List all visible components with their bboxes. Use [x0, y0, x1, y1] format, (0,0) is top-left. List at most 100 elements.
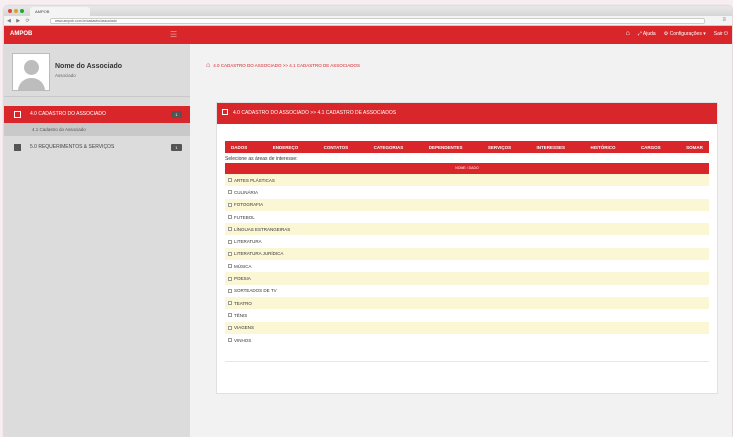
sidebar-item-requerimentos[interactable]: 5.0 REQUERIMENTOS & SERVIÇOS 1 — [4, 139, 190, 156]
table-row[interactable]: FUTEBOL — [225, 210, 709, 224]
menu-toggle-icon[interactable]: ☰ — [170, 30, 177, 39]
home-icon[interactable]: ⌂ — [206, 62, 210, 69]
interest-label: TÊNIS — [234, 312, 248, 318]
breadcrumb: ⌂ 4.0 CADASTRO DO ASSOCIADO >> 4.1 CADAS… — [206, 62, 360, 69]
tab-contatos[interactable]: CONTATOS — [324, 145, 349, 150]
checkbox[interactable] — [228, 313, 232, 318]
interest-label: LÍNGUAS ESTRANGEIRAS — [234, 226, 291, 232]
checkbox[interactable] — [228, 178, 232, 183]
browser-menu-icon[interactable]: ≡ — [722, 17, 726, 23]
tab-somar[interactable]: SOMAR — [686, 145, 703, 150]
tab-dependentes[interactable]: DEPENDENTES — [429, 145, 463, 150]
user-name: Nome do Associado — [55, 63, 123, 70]
checkbox[interactable] — [228, 301, 232, 306]
table-row[interactable]: CULINÁRIA — [225, 186, 709, 199]
tab-dados[interactable]: DADOS — [231, 145, 247, 150]
browser-toolbar: ◀ ▶ ⟳ www.ampob.com.br/cadastro/associad… — [4, 16, 732, 26]
form-panel: 4.0 CADASTRO DO ASSOCIADO >> 4.1 CADASTR… — [216, 102, 718, 394]
checkbox[interactable] — [228, 202, 232, 207]
table-row[interactable]: LÍNGUAS ESTRANGEIRAS — [225, 223, 709, 236]
table-row[interactable]: LITERATURA JURÍDICA — [225, 247, 709, 261]
checkbox[interactable] — [228, 215, 232, 220]
interest-label: MÚSICA — [234, 263, 252, 269]
panel-title: 4.0 CADASTRO DO ASSOCIADO >> 4.1 CADASTR… — [233, 110, 397, 116]
square-icon — [14, 144, 21, 151]
table-row[interactable]: TÊNIS — [225, 309, 709, 322]
logout-label: Sair — [713, 30, 723, 37]
sidebar-item-cadastro[interactable]: 4.0 CADASTRO DO ASSOCIADO 1 — [4, 106, 190, 123]
tab-cargos[interactable]: CARGOS — [641, 145, 661, 150]
sidebar-item-label: 4.0 CADASTRO DO ASSOCIADO — [30, 111, 106, 117]
checkbox[interactable] — [228, 264, 232, 269]
panel-header: 4.0 CADASTRO DO ASSOCIADO >> 4.1 CADASTR… — [217, 103, 717, 124]
brand-logo[interactable]: AMPOB — [10, 31, 32, 37]
checkbox[interactable] — [228, 251, 232, 256]
browser-titlebar: AMPOB — [4, 6, 732, 16]
checkbox[interactable] — [228, 276, 232, 281]
tab-endereco[interactable]: ENDEREÇO — [273, 145, 299, 150]
table-row[interactable]: TEATRO — [225, 296, 709, 310]
avatar — [12, 53, 50, 91]
breadcrumb-text[interactable]: 4.0 CADASTRO DO ASSOCIADO >> 4.1 CADASTR… — [213, 63, 360, 68]
interest-label: CULINÁRIA — [234, 189, 259, 195]
square-icon — [14, 111, 21, 118]
tab-interesses[interactable]: INTERESSES — [537, 145, 566, 150]
instruction-text: Selecione as áreas de interesse: — [225, 156, 298, 162]
table-body: ARTES PLÁSTICAS CULINÁRIA FOTOGRAFIA FUT… — [225, 174, 709, 347]
sidebar-subitem-cadastro-associado[interactable]: 4.1 Cadastro do Associado — [4, 123, 190, 136]
interest-label: POESIA — [234, 276, 251, 282]
interest-label: FUTEBOL — [234, 214, 255, 220]
interest-label: LITERATURA JURÍDICA — [234, 251, 284, 257]
sidebar: Nome do Associado Associado 4.0 CADASTRO… — [4, 44, 190, 437]
maximize-window-button[interactable] — [20, 9, 24, 13]
header-actions: ⌂ ⤢ Ajuda ⚙ Configurações ▾ Sair ⏻ — [626, 30, 728, 37]
interest-label: SORTEADOS DE TV — [234, 288, 277, 294]
avatar-head-shape — [24, 60, 39, 75]
minimize-window-button[interactable] — [14, 9, 18, 13]
help-label: Ajuda — [642, 30, 656, 37]
checkbox[interactable] — [228, 288, 232, 293]
interests-table: NOME / DADO ARTES PLÁSTICAS CULINÁRIA FO… — [225, 163, 709, 347]
square-icon — [222, 109, 228, 115]
table-row[interactable]: LITERATURA — [225, 235, 709, 248]
table-row[interactable]: POESIA — [225, 272, 709, 285]
count-badge: 1 — [171, 144, 182, 151]
checkbox[interactable] — [228, 239, 232, 244]
tab-categorias[interactable]: CATEGORIAS — [374, 145, 404, 150]
checkbox[interactable] — [228, 325, 232, 330]
interest-label: TEATRO — [234, 300, 252, 306]
tab-historico[interactable]: HISTÓRICO — [590, 145, 615, 150]
main-content: ⌂ 4.0 CADASTRO DO ASSOCIADO >> 4.1 CADAS… — [190, 44, 732, 437]
checkbox[interactable] — [228, 338, 232, 342]
sidebar-item-label: 5.0 REQUERIMENTOS & SERVIÇOS — [30, 144, 115, 150]
settings-link[interactable]: ⚙ Configurações ▾ — [664, 31, 706, 37]
table-row[interactable]: FOTOGRAFIA — [225, 198, 709, 211]
close-window-button[interactable] — [8, 9, 12, 13]
logout-link[interactable]: Sair ⏻ — [714, 31, 728, 37]
avatar-body-shape — [18, 78, 45, 90]
count-badge: 1 — [171, 111, 182, 118]
user-profile: Nome do Associado Associado — [4, 44, 190, 97]
user-role: Associado — [55, 73, 76, 78]
table-row[interactable]: VINHOS — [225, 333, 709, 347]
form-tabs: DADOS ENDEREÇO CONTATOS CATEGORIAS DEPEN… — [225, 141, 709, 153]
browser-window: AMPOB ◀ ▶ ⟳ www.ampob.com.br/cadastro/as… — [4, 6, 732, 437]
table-row[interactable]: MÚSICA — [225, 260, 709, 273]
window-controls — [8, 9, 24, 13]
interest-label: LITERATURA — [234, 239, 262, 245]
address-bar[interactable]: www.ampob.com.br/cadastro/associado — [50, 18, 705, 24]
checkbox[interactable] — [228, 190, 232, 195]
checkbox[interactable] — [228, 227, 232, 232]
table-row[interactable]: ARTES PLÁSTICAS — [225, 174, 709, 187]
browser-tab[interactable]: AMPOB — [30, 7, 90, 16]
help-link[interactable]: ⤢ Ajuda — [638, 31, 656, 37]
table-row[interactable]: SORTEADOS DE TV — [225, 284, 709, 297]
panel-divider — [225, 361, 709, 362]
table-row[interactable]: VIAGENS — [225, 321, 709, 334]
home-icon[interactable]: ⌂ — [626, 30, 630, 37]
interest-label: FOTOGRAFIA — [234, 202, 264, 208]
browser-nav-buttons[interactable]: ◀ ▶ ⟳ — [7, 18, 32, 24]
tab-servicos[interactable]: SERVIÇOS — [488, 145, 511, 150]
app-header: AMPOB ☰ ⌂ ⤢ Ajuda ⚙ Configurações ▾ Sair… — [4, 26, 732, 44]
interest-label: VINHOS — [234, 337, 252, 343]
